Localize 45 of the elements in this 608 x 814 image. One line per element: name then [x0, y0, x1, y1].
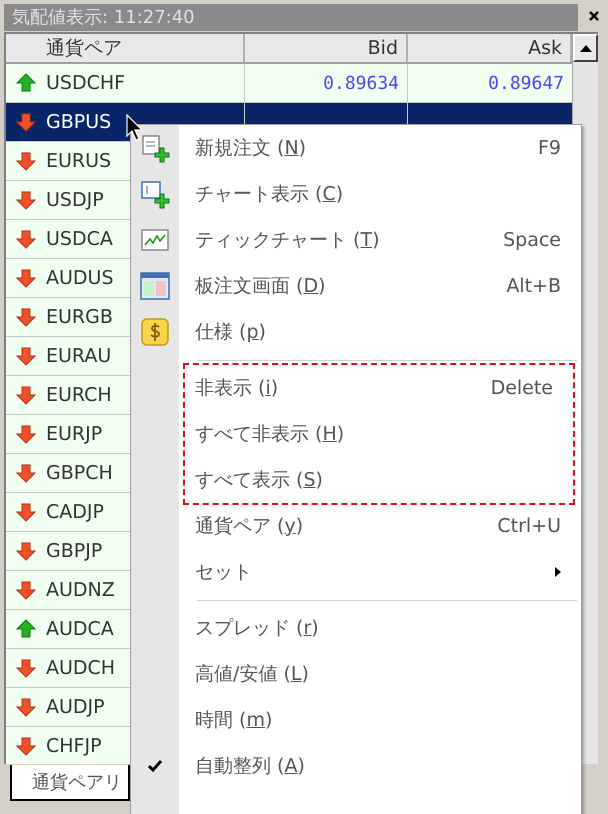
symbol-text: USDCHF: [46, 70, 126, 96]
grid-window-icon: [140, 272, 170, 300]
symbol-text: GBPCH: [46, 460, 113, 486]
quote-row[interactable]: USDCHF 0.89634 0.89647: [6, 64, 572, 103]
menu-item[interactable]: すべて表示 (S): [185, 457, 573, 503]
symbol-text: GBPJP: [46, 538, 102, 564]
document-plus-icon: [140, 133, 170, 163]
menu-item[interactable]: 板注文画面 (D) Alt+B: [179, 263, 581, 309]
symbol-text: CHFJP: [46, 734, 102, 759]
menu-item[interactable]: 通貨ペア (y) Ctrl+U: [179, 503, 581, 549]
menu-item[interactable]: チャート表示 (C): [179, 171, 581, 217]
scroll-up-button[interactable]: [573, 34, 598, 62]
symbol-text: USDCA: [46, 226, 113, 252]
dollar-icon: [141, 318, 169, 346]
column-header[interactable]: Bid: [245, 34, 408, 62]
symbol-text: AUDUS: [46, 266, 114, 291]
menu-item[interactable]: 高値/安値 (L): [179, 651, 581, 697]
menu-item[interactable]: すべて非表示 (H): [185, 411, 573, 457]
symbol-text: EURGB: [46, 304, 113, 330]
ask-price: 0.89647: [488, 72, 564, 96]
window-title: 気配値表示: 11:27:40: [12, 6, 195, 30]
menu-item[interactable]: スプレッド (r): [179, 605, 581, 651]
close-icon[interactable]: [588, 10, 600, 22]
column-header[interactable]: 通貨ペア: [6, 34, 245, 62]
symbol-text: EURJP: [46, 422, 102, 447]
symbol-text: GBPUS: [46, 110, 112, 135]
up-triangle-icon: [580, 44, 592, 52]
symbol-text: AUDCH: [46, 656, 116, 681]
menu-item[interactable]: 時間 (m): [179, 697, 581, 743]
symbol-text: AUDNZ: [46, 578, 115, 603]
menu-item[interactable]: ティックチャート (T) Space: [179, 217, 581, 263]
menu-item[interactable]: 自動整列 (A): [179, 743, 581, 789]
symbol-text: CADJP: [46, 500, 104, 525]
menu-item[interactable]: セット: [179, 549, 581, 595]
symbol-text: USDJP: [46, 188, 104, 213]
symbol-text: AUDCA: [46, 616, 114, 642]
line-chart-icon: [141, 229, 169, 251]
symbol-text: EURUS: [46, 148, 112, 174]
bid-price: 0.89634: [323, 72, 399, 96]
menu-item[interactable]: 非表示 (i) Delete: [185, 365, 573, 411]
symbol-text: EURCH: [46, 382, 112, 408]
window-plus-icon: [140, 179, 170, 209]
symbol-text: AUDJP: [46, 694, 105, 720]
menu-item[interactable]: 仕様 (p): [179, 309, 581, 355]
symbol-text: EURAU: [46, 344, 112, 369]
